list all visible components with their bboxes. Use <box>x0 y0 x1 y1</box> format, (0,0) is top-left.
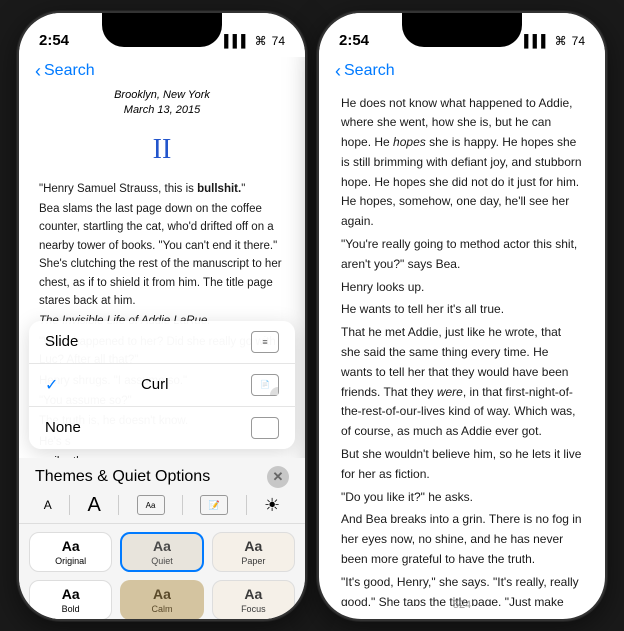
back-label-right: Search <box>344 62 395 80</box>
theme-quiet-label: Quiet <box>151 556 173 566</box>
theme-paper-label: Paper <box>241 556 265 566</box>
chapter-number: II <box>39 128 285 171</box>
book-content-left: Brooklyn, New York March 13, 2015 II "He… <box>19 88 305 515</box>
font-increase-button[interactable]: A <box>87 494 100 517</box>
battery-icon-right: 74 <box>572 34 585 48</box>
theme-original-card[interactable]: Aa Original <box>29 532 112 572</box>
theme-original-label: Original <box>55 556 86 566</box>
read-p6: But she wouldn't believe him, so he lets… <box>341 445 583 485</box>
slide-label: Slide <box>45 333 78 350</box>
wifi-icon: ⌘ <box>255 34 267 48</box>
theme-original-text: Aa <box>62 538 80 554</box>
font-decrease-button[interactable]: A <box>44 498 52 512</box>
theme-cards: Aa Original Aa Quiet Aa Paper Aa Bold Aa… <box>19 524 305 619</box>
time-left: 2:54 <box>39 32 69 49</box>
book-location: Brooklyn, New York March 13, 2015 <box>39 88 285 119</box>
curl-icon: 📄 <box>251 374 279 396</box>
status-icons-left: ▌▌▌ ⌘ 74 <box>224 34 285 48</box>
back-button-left[interactable]: ‹ Search <box>35 61 95 82</box>
back-chevron-left: ‹ <box>35 61 41 82</box>
read-p5: That he met Addie, just like he wrote, t… <box>341 323 583 442</box>
read-p4: He wants to tell her it's all true. <box>341 300 583 320</box>
curl-check: ✓ <box>45 375 58 395</box>
theme-calm-card[interactable]: Aa Calm <box>120 580 203 620</box>
notch <box>102 13 222 47</box>
back-label-left: Search <box>44 62 95 80</box>
signal-icon: ▌▌▌ <box>224 34 250 48</box>
book-para-2: Bea slams the last page down on the coff… <box>39 200 285 310</box>
slide-icon: ≡ <box>251 331 279 353</box>
book-para-1: "Henry Samuel Strauss, this is bullshit.… <box>39 180 285 198</box>
reading-content: He does not know what happened to Addie,… <box>319 88 605 606</box>
divider-3 <box>182 495 183 515</box>
curl-label: Curl <box>141 376 169 393</box>
theme-calm-text: Aa <box>153 586 171 602</box>
divider-2 <box>118 495 119 515</box>
theme-focus-label: Focus <box>241 604 266 614</box>
nav-bar-right: ‹ Search <box>319 57 605 88</box>
font-type-icon[interactable]: Aa <box>137 495 165 515</box>
menu-item-none[interactable]: None <box>29 407 295 449</box>
divider-1 <box>69 495 70 515</box>
battery-icon: 74 <box>272 34 285 48</box>
theme-paper-text: Aa <box>244 538 262 554</box>
theme-quiet-card[interactable]: Aa Quiet <box>120 532 203 572</box>
close-button[interactable]: ✕ <box>267 466 289 488</box>
time-right: 2:54 <box>339 32 369 49</box>
note-icon[interactable]: 📝 <box>200 495 228 515</box>
signal-icon-right: ▌▌▌ <box>524 34 550 48</box>
theme-quiet-text: Aa <box>153 538 171 554</box>
nav-bar-left: ‹ Search <box>19 57 305 88</box>
divider-4 <box>246 495 247 515</box>
none-label: None <box>45 419 81 436</box>
status-icons-right: ▌▌▌ ⌘ 74 <box>524 34 585 48</box>
theme-bold-card[interactable]: Aa Bold <box>29 580 112 620</box>
read-p3: Henry looks up. <box>341 278 583 298</box>
location-line2: March 13, 2015 <box>39 103 285 118</box>
read-p7: "Do you like it?" he asks. <box>341 488 583 508</box>
wifi-icon-right: ⌘ <box>555 34 567 48</box>
brightness-icon[interactable]: ☀ <box>264 495 280 516</box>
read-p1: He does not know what happened to Addie,… <box>341 94 583 233</box>
read-p8: And Bea breaks into a grin. There is no … <box>341 510 583 569</box>
theme-focus-card[interactable]: Aa Focus <box>212 580 295 620</box>
left-phone: 2:54 ▌▌▌ ⌘ 74 ‹ Search Brooklyn, New Yor… <box>17 11 307 621</box>
menu-item-slide[interactable]: Slide ≡ <box>29 321 295 364</box>
theme-bold-text: Aa <box>62 586 80 602</box>
menu-item-curl[interactable]: ✓ Curl 📄 <box>29 364 295 407</box>
font-controls: A A Aa 📝 ☀ <box>19 488 305 524</box>
read-p2: "You're really going to method actor thi… <box>341 235 583 275</box>
themes-label: Themes & Quiet Options <box>35 468 210 486</box>
theme-focus-text: Aa <box>244 586 262 602</box>
page-number: 524 <box>453 599 471 611</box>
back-chevron-right: ‹ <box>335 61 341 82</box>
none-icon <box>251 417 279 439</box>
notch-right <box>402 13 522 47</box>
page-turn-menu: Slide ≡ ✓ Curl 📄 None <box>29 321 295 449</box>
theme-bold-label: Bold <box>62 604 80 614</box>
back-button-right[interactable]: ‹ Search <box>335 61 395 82</box>
location-line1: Brooklyn, New York <box>39 88 285 103</box>
theme-calm-label: Calm <box>151 604 172 614</box>
right-phone: 2:54 ▌▌▌ ⌘ 74 ‹ Search He does not know … <box>317 11 607 621</box>
theme-paper-card[interactable]: Aa Paper <box>212 532 295 572</box>
